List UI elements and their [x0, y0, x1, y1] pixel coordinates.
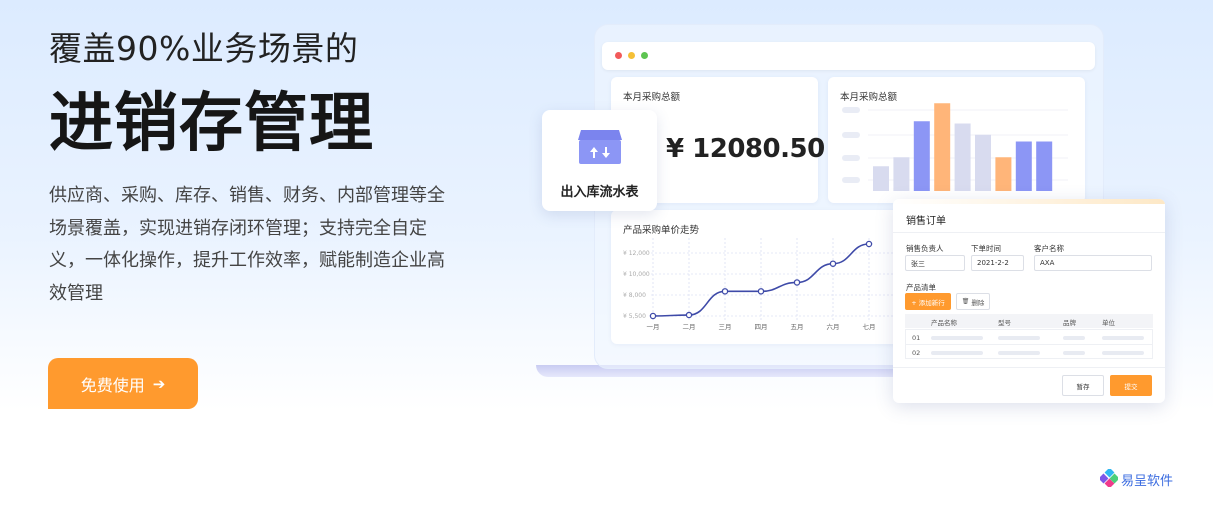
bar-chart [842, 103, 1068, 191]
warehouse-icon [578, 130, 622, 164]
submit-button[interactable]: 提交 [1110, 375, 1152, 396]
delete-label: 删除 [971, 298, 985, 307]
x-tick-label: 五月 [791, 323, 804, 331]
col-brand: 品牌 [1063, 319, 1076, 327]
data-point [757, 288, 765, 295]
x-tick-label: 七月 [863, 322, 876, 331]
bar [975, 134, 991, 191]
table-row: 01 [912, 334, 921, 342]
y-tick-label: ¥ 10,000 [623, 271, 650, 278]
data-point [829, 260, 837, 267]
bar [913, 121, 930, 191]
delete-button[interactable]: 🗑 删除 [956, 293, 990, 310]
data-point [793, 279, 801, 286]
y-tick-label: ¥ 5,500 [623, 313, 646, 320]
y-tick-placeholder [842, 155, 860, 161]
stock-flow-card[interactable]: 出入库流水表 [542, 110, 657, 211]
data-point [865, 240, 873, 248]
y-tick-placeholder [842, 132, 860, 138]
brand-name: 易呈软件 [1121, 474, 1174, 489]
hero-subtitle: 覆盖90%业务场景的 [49, 29, 359, 68]
customer-label: 客户名称 [1034, 244, 1064, 253]
y-tick-label: ¥ 12,000 [623, 250, 650, 257]
date-label: 下单时间 [971, 244, 1001, 253]
stock-flow-label: 出入库流水表 [560, 185, 639, 200]
purchase-amount: ¥ 12080.50 [666, 134, 825, 164]
hero-section: 覆盖90%业务场景的 进销存管理 供应商、采购、库存、销售、财务、内部管理等全场… [49, 26, 469, 310]
table-row: 02 [912, 349, 921, 357]
bar [995, 157, 1012, 191]
data-point [721, 288, 729, 295]
col-product-name: 产品名称 [931, 319, 957, 327]
product-list-label: 产品清单 [906, 283, 936, 292]
purchase-bar-panel: 本月采购总额 [828, 77, 1085, 203]
minimize-dot-icon [628, 52, 635, 59]
bar [934, 103, 951, 191]
owner-field[interactable]: 张三 [905, 255, 965, 271]
owner-label: 销售负责人 [906, 244, 944, 253]
x-tick-label: 二月 [683, 323, 696, 331]
y-tick-placeholder [842, 107, 860, 113]
bar [893, 157, 910, 191]
col-model: 型号 [998, 319, 1011, 327]
data-point [685, 311, 693, 319]
add-row-button[interactable]: + 添加新行 [905, 293, 951, 310]
free-trial-button[interactable]: 免费使用 ➔ [48, 358, 198, 409]
y-tick-label: ¥ 8,000 [623, 292, 646, 299]
bar [1015, 141, 1032, 191]
bar [954, 123, 971, 191]
date-field[interactable]: 2021-2-2 [971, 255, 1024, 271]
bar [1036, 141, 1053, 191]
panel-title: 本月采购总额 [623, 92, 681, 103]
maximize-dot-icon [641, 52, 648, 59]
hero-title: 进销存管理 [49, 87, 374, 161]
free-trial-label: 免费使用 [80, 375, 145, 395]
x-tick-label: 三月 [719, 323, 732, 331]
trash-icon: 🗑 [961, 298, 970, 305]
customer-field[interactable]: AXA [1034, 255, 1152, 271]
arrow-right-icon: ➔ [152, 374, 166, 393]
x-tick-label: 四月 [755, 323, 768, 331]
hero-description: 供应商、采购、库存、销售、财务、内部管理等全场景覆盖，实现进销存闭环管理；支持完… [49, 185, 445, 304]
x-tick-label: 六月 [827, 322, 840, 331]
data-point [649, 312, 657, 320]
dialog-title: 销售订单 [906, 216, 946, 227]
yicheng-logo-icon [1100, 469, 1118, 487]
window-titlebar [602, 42, 1095, 70]
bar [873, 166, 889, 191]
close-dot-icon [615, 52, 622, 59]
y-tick-placeholder [842, 177, 860, 183]
save-draft-button[interactable]: 暂存 [1062, 375, 1104, 396]
col-unit: 单位 [1102, 319, 1115, 327]
x-tick-label: 一月 [647, 323, 660, 331]
